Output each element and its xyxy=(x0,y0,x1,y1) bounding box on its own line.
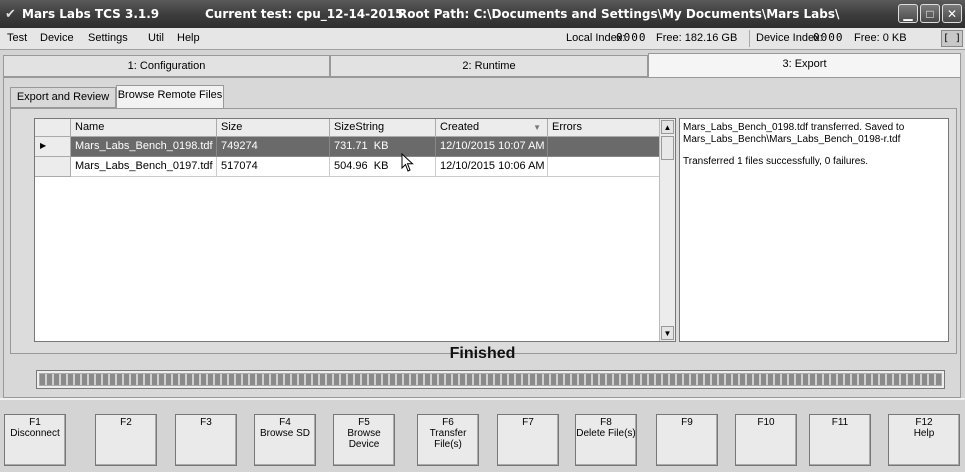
f4-browse-sd-button[interactable]: F4 Browse SD xyxy=(254,414,316,466)
cell-created: 12/10/2015 10:06 AM xyxy=(436,157,548,177)
function-key-bar: F1 Disconnect F2 F3 F4 Browse SD F5 Browse … xyxy=(0,398,965,472)
column-header-size[interactable]: Size xyxy=(217,119,330,137)
root-path-label: Root Path: C:\Documents and Settings\My … xyxy=(398,7,840,21)
log-line: Mars_Labs_Bench_0198.tdf transferred. Sa… xyxy=(683,122,905,133)
menu-util[interactable]: Util xyxy=(148,32,164,44)
f8-delete-files-button[interactable]: F8 Delete File(s) xyxy=(575,414,637,466)
maximize-icon[interactable]: □ xyxy=(920,4,940,23)
minimize-icon[interactable]: ▁ xyxy=(898,4,918,23)
progress-bar xyxy=(36,370,945,389)
menu-settings[interactable]: Settings xyxy=(88,32,128,44)
tab-export[interactable]: 3: Export xyxy=(648,53,961,78)
f9-button[interactable]: F9 xyxy=(656,414,718,466)
scroll-down-icon[interactable]: ▼ xyxy=(661,326,674,340)
cell-size: 749274 xyxy=(217,137,330,157)
local-free-label: Free: 182.16 GB xyxy=(656,32,738,44)
f7-button[interactable]: F7 xyxy=(497,414,559,466)
cell-sizestring: 504.96 KB xyxy=(330,157,436,177)
f5-browse-device-button[interactable]: F5 Browse Device xyxy=(333,414,395,466)
app-title: Mars Labs TCS 3.1.9 xyxy=(22,7,160,21)
table-row[interactable]: Mars_Labs_Bench_0197.tdf 517074 504.96 K… xyxy=(35,157,660,177)
grid-scrollbar[interactable]: ▲ ▼ xyxy=(659,119,675,341)
tab-configuration[interactable]: 1: Configuration xyxy=(3,55,330,77)
device-index-value: 0000 xyxy=(813,31,844,44)
scroll-up-icon[interactable]: ▲ xyxy=(661,120,674,134)
menu-device[interactable]: Device xyxy=(40,32,74,44)
f6-transfer-files-button[interactable]: F6 Transfer File(s) xyxy=(417,414,479,466)
cell-sizestring: 731.71 KB xyxy=(330,137,436,157)
current-test-label: Current test: cpu_12-14-2015 xyxy=(205,7,404,21)
column-header-created-label: Created xyxy=(440,121,480,133)
row-selector[interactable]: ▶ xyxy=(35,137,71,157)
progress-bar-fill xyxy=(39,373,942,386)
f11-button[interactable]: F11 xyxy=(809,414,871,466)
tab-runtime[interactable]: 2: Runtime xyxy=(330,55,648,77)
status-message: Finished xyxy=(449,345,516,362)
table-row[interactable]: ▶ Mars_Labs_Bench_0198.tdf 749274 731.71… xyxy=(35,137,660,157)
title-bar: ✔ Mars Labs TCS 3.1.9 Current test: cpu_… xyxy=(0,0,965,28)
cell-name: Mars_Labs_Bench_0198.tdf xyxy=(71,137,217,157)
remote-files-grid[interactable]: Name Size SizeString Created ▼ Errors ▶ … xyxy=(34,118,676,342)
scroll-thumb[interactable] xyxy=(661,136,674,160)
cell-errors xyxy=(548,157,660,177)
app-logo-icon: ✔ xyxy=(5,6,16,21)
cell-size: 517074 xyxy=(217,157,330,177)
column-header-errors[interactable]: Errors xyxy=(548,119,660,137)
f12-help-button[interactable]: F12 Help xyxy=(888,414,960,466)
cell-name: Mars_Labs_Bench_0197.tdf xyxy=(71,157,217,177)
tab-browse-remote-files[interactable]: Browse Remote Files xyxy=(116,85,224,109)
cell-created: 12/10/2015 10:07 AM xyxy=(436,137,548,157)
row-header-corner xyxy=(35,119,71,137)
menu-help[interactable]: Help xyxy=(177,32,200,44)
log-line: Transferred 1 files successfully, 0 fail… xyxy=(683,156,869,167)
f2-button[interactable]: F2 xyxy=(95,414,157,466)
close-icon[interactable]: ✕ xyxy=(942,4,962,23)
connection-indicator: [ ] xyxy=(941,30,963,47)
current-row-icon: ▶ xyxy=(40,141,47,150)
column-header-name[interactable]: Name xyxy=(71,119,217,137)
transfer-log: Mars_Labs_Bench_0198.tdf transferred. Sa… xyxy=(679,118,949,342)
column-header-sizestring[interactable]: SizeString xyxy=(330,119,436,137)
f1-disconnect-button[interactable]: F1 Disconnect xyxy=(4,414,66,466)
status-divider xyxy=(749,30,750,47)
sort-descending-icon: ▼ xyxy=(533,123,541,132)
f10-button[interactable]: F10 xyxy=(735,414,797,466)
row-selector[interactable] xyxy=(35,157,71,177)
tab-export-and-review[interactable]: Export and Review xyxy=(10,87,116,108)
device-free-label: Free: 0 KB xyxy=(854,32,907,44)
local-index-value: 0000 xyxy=(616,31,647,44)
f3-button[interactable]: F3 xyxy=(175,414,237,466)
log-line: Mars_Labs_Bench\Mars_Labs_Bench_0198-r.t… xyxy=(683,134,901,145)
menu-test[interactable]: Test xyxy=(7,32,27,44)
cell-errors xyxy=(548,137,660,157)
menu-bar: Test Device Settings Util Help Local Ind… xyxy=(0,28,965,50)
mouse-cursor-icon xyxy=(401,153,414,172)
column-header-created[interactable]: Created ▼ xyxy=(436,119,548,137)
